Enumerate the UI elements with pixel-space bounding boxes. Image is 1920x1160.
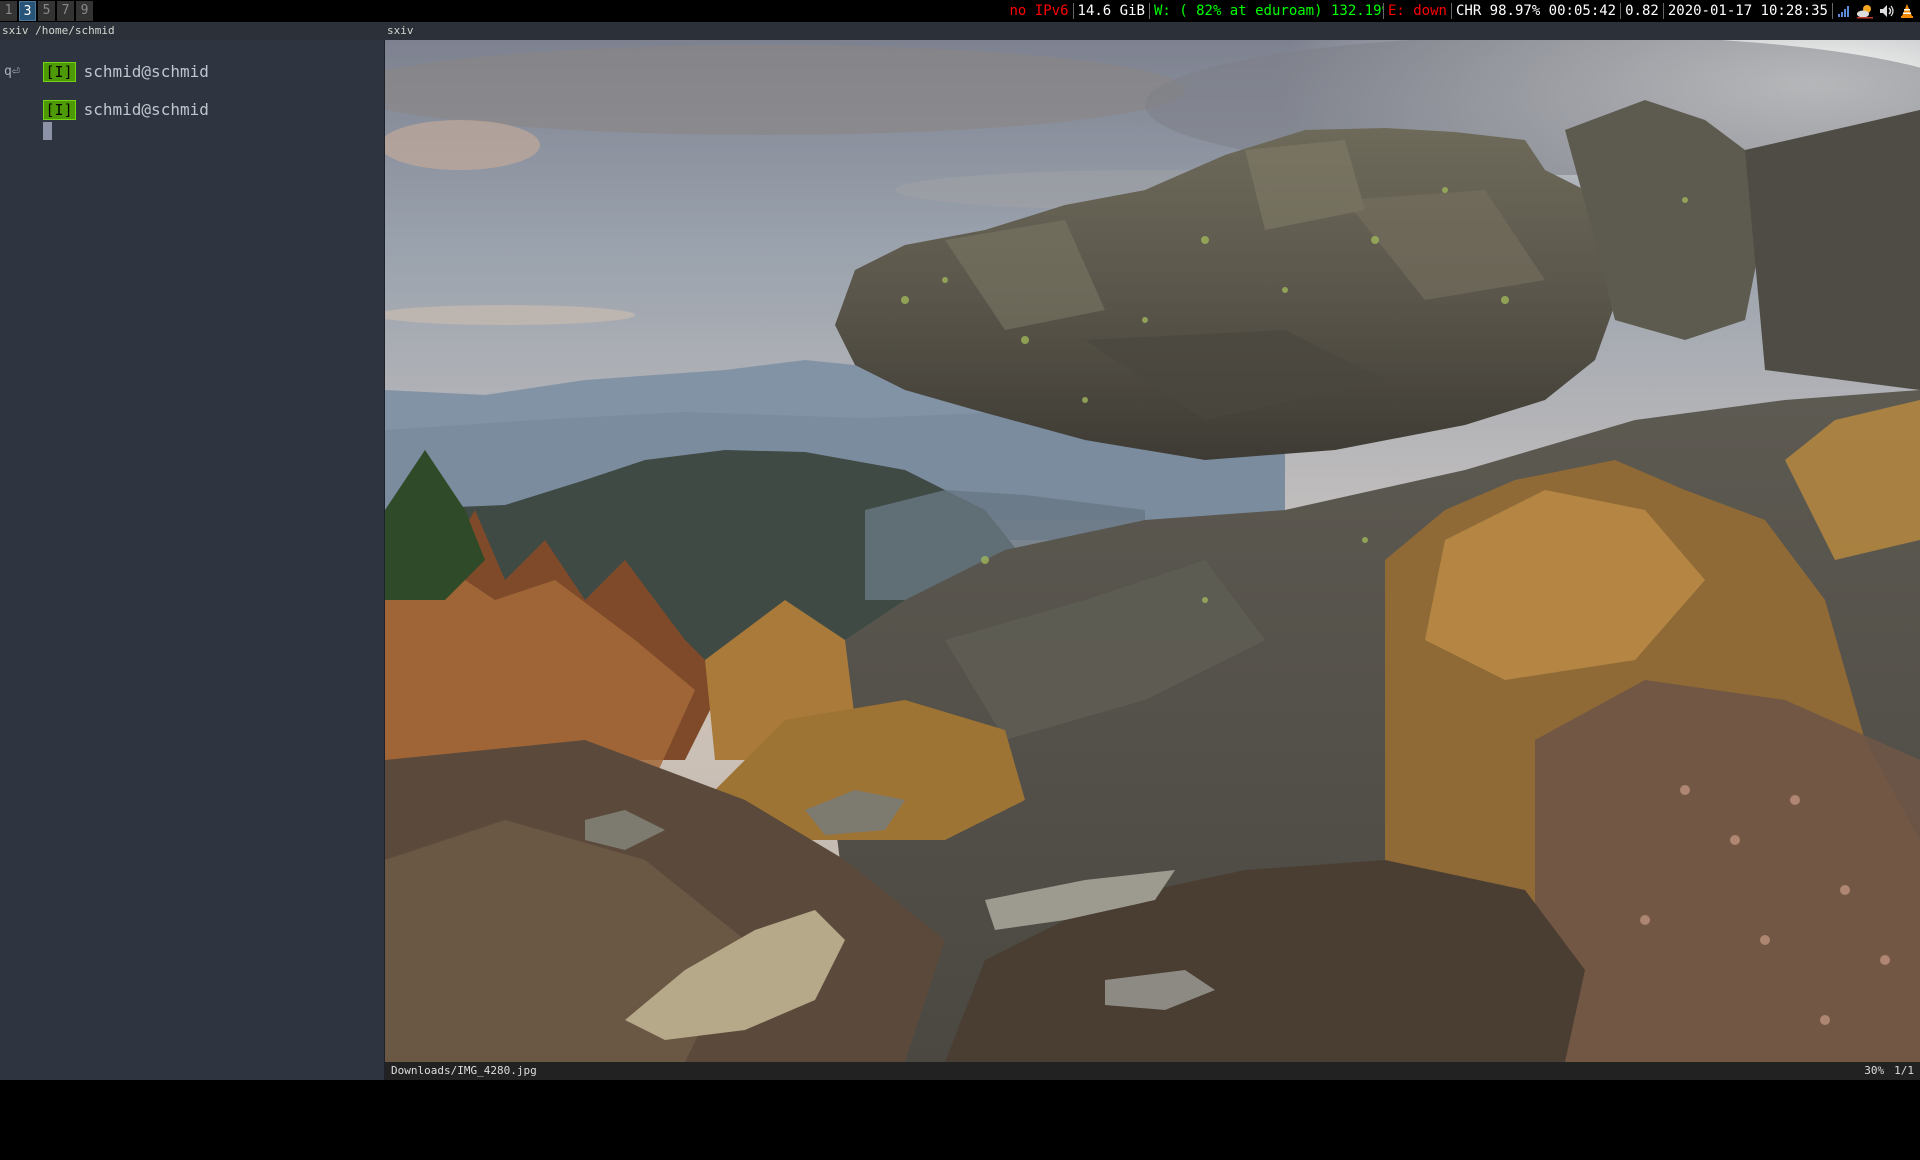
landscape-photo bbox=[385, 40, 1920, 1062]
battery-status: CHR 98.97% 00:05:42 bbox=[1455, 3, 1617, 19]
system-tray bbox=[1833, 3, 1920, 19]
sxiv-status-bar: Downloads/IMG_4280.jpg 30% 1/1 bbox=[385, 1062, 1920, 1080]
image-info: 30% 1/1 bbox=[1854, 1062, 1914, 1080]
workspace-button-9[interactable]: 9 bbox=[76, 1, 93, 21]
sxiv-window-title[interactable]: sxiv bbox=[385, 22, 1920, 40]
image-position: 1/1 bbox=[1894, 1064, 1914, 1077]
datetime-status: 2020-01-17 10:28:35 bbox=[1667, 3, 1828, 19]
volume-icon[interactable] bbox=[1879, 4, 1895, 18]
workspace-list: 1 3 5 7 9 bbox=[0, 0, 95, 22]
workspace-button-3[interactable]: 3 bbox=[19, 1, 36, 21]
workspace-button-5[interactable]: 5 bbox=[38, 1, 55, 21]
terminal-window-title[interactable]: sxiv /home/schmid bbox=[0, 22, 385, 40]
workspace-button-7[interactable]: 7 bbox=[57, 1, 74, 21]
terminal-input-echo: q⏎ bbox=[4, 64, 20, 79]
terminal-prompt-line: [I] schmid@schmid bbox=[4, 80, 209, 120]
workspace-button-1[interactable]: 1 bbox=[0, 1, 17, 21]
ethernet-status: E: down bbox=[1387, 3, 1447, 19]
prompt-user-host: schmid@schmid bbox=[83, 100, 209, 119]
text-cursor bbox=[42, 121, 52, 140]
terminal-cursor-line[interactable] bbox=[4, 100, 52, 140]
terminal-prompt-line: [I] schmid@schmid bbox=[4, 42, 209, 82]
network-signal-icon[interactable] bbox=[1837, 4, 1851, 18]
wifi-status: W: ( 82% at eduroam) 132.199. bbox=[1153, 3, 1383, 19]
disk-status: 14.6 GiB bbox=[1077, 3, 1145, 19]
sxiv-image-view[interactable] bbox=[385, 40, 1920, 1062]
empty-screen-area bbox=[0, 1080, 1920, 1160]
zoom-level: 30% bbox=[1864, 1064, 1885, 1077]
load-status: 0.82 bbox=[1625, 3, 1659, 19]
prompt-user-host: schmid@schmid bbox=[83, 62, 209, 81]
image-filename: Downloads/IMG_4280.jpg bbox=[391, 1064, 537, 1077]
vlc-cone-icon[interactable] bbox=[1900, 3, 1914, 19]
i3-status-bar: 1 3 5 7 9 no IPv6 14.6 GiB W: ( 82% at e… bbox=[0, 0, 1920, 22]
ipv6-status: no IPv6 bbox=[1009, 3, 1069, 19]
status-blocks: no IPv6 14.6 GiB W: ( 82% at eduroam) 13… bbox=[1006, 0, 1920, 22]
weather-icon[interactable] bbox=[1856, 3, 1874, 19]
vi-mode-badge: [I] bbox=[42, 62, 76, 82]
terminal-window[interactable]: [I] schmid@schmid q⏎ [I] schmid@schmid bbox=[0, 40, 385, 1080]
